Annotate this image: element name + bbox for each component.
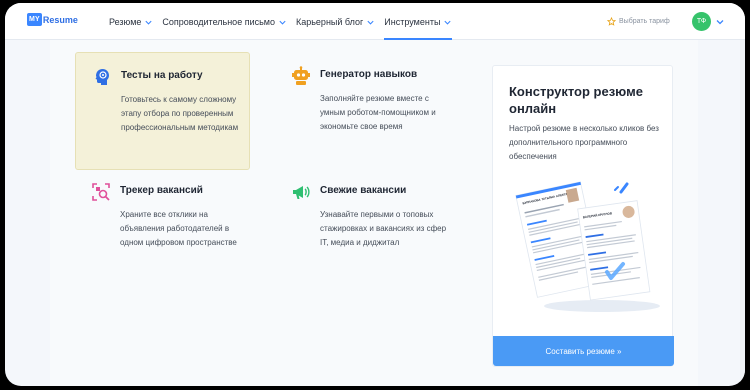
- tool-title: Трекер вакансий: [120, 185, 203, 196]
- nav-item-career-blog[interactable]: Карьерный блог: [296, 16, 375, 28]
- logo-badge: MY: [27, 13, 42, 26]
- create-resume-button[interactable]: Составить резюме »: [493, 336, 674, 366]
- promo-title: Конструктор резюме онлайн: [509, 84, 643, 116]
- chevron-down-icon: [367, 20, 374, 25]
- avatar[interactable]: ТФ: [692, 12, 711, 31]
- main-nav: Резюме Сопроводительное письмо Карьерный…: [109, 16, 461, 40]
- chevron-down-icon: [279, 20, 286, 25]
- nav-item-tools[interactable]: Инструменты: [384, 16, 453, 40]
- tool-card-job-tests[interactable]: Тесты на работу Готовьтесь к самому слож…: [75, 52, 250, 170]
- tool-desc: Храните все отклики на объявления работо…: [120, 210, 237, 247]
- head-icon: [95, 69, 109, 85]
- chevron-down-icon: [145, 20, 152, 25]
- tool-card-skills-generator[interactable]: Генератор навыков Заполняйте резюме вмес…: [275, 52, 450, 170]
- nav-item-cover-letter[interactable]: Сопроводительное письмо: [162, 16, 287, 28]
- nav-item-resume[interactable]: Резюме: [109, 16, 153, 28]
- choose-tariff-link[interactable]: Выбрать тариф: [607, 17, 670, 26]
- logo-text: Resume: [42, 14, 78, 25]
- resume-illustration: БУРЛАКОВА ТАТЬЯНА АЛЕКСЕЕВНА ВАЛЕРИЙ КРУ…: [515, 181, 660, 312]
- tool-title: Тесты на работу: [121, 70, 203, 81]
- star-icon: [607, 17, 616, 26]
- resume-builder-promo: Конструктор резюме онлайн Настрой резюме…: [492, 65, 674, 367]
- top-header: MY Resume Резюме Сопроводительное письмо…: [5, 3, 745, 40]
- nav-item-label: Инструменты: [384, 17, 441, 27]
- promo-desc: Настрой резюме в несколько кликов без до…: [509, 124, 659, 161]
- logo[interactable]: MY Resume: [27, 13, 78, 26]
- tool-desc: Заполняйте резюме вместе с умным роботом…: [320, 94, 436, 131]
- tool-desc: Узнавайте первыми о топовых стажировках …: [320, 210, 447, 247]
- nav-item-label: Сопроводительное письмо: [162, 17, 275, 27]
- tracker-icon: [92, 183, 110, 201]
- tariff-label: Выбрать тариф: [619, 18, 670, 25]
- chevron-down-icon[interactable]: [715, 17, 725, 27]
- tool-desc: Готовьтесь к самому сложному этапу отбор…: [121, 95, 239, 132]
- robot-icon: [292, 66, 310, 85]
- nav-item-label: Резюме: [109, 17, 142, 27]
- tool-title: Генератор навыков: [320, 69, 418, 80]
- megaphone-icon: [293, 186, 310, 199]
- tool-card-vacancy-tracker[interactable]: Трекер вакансий Храните все отклики на о…: [75, 168, 250, 286]
- tool-title: Свежие вакансии: [320, 185, 407, 196]
- scrollbar-track[interactable]: [740, 40, 745, 386]
- nav-item-label: Карьерный блог: [295, 17, 364, 27]
- app-window: MY Resume Резюме Сопроводительное письмо…: [5, 3, 745, 386]
- tool-card-fresh-vacancies[interactable]: Свежие вакансии Узнавайте первыми о топо…: [275, 168, 450, 286]
- chevron-up-icon: [444, 20, 452, 25]
